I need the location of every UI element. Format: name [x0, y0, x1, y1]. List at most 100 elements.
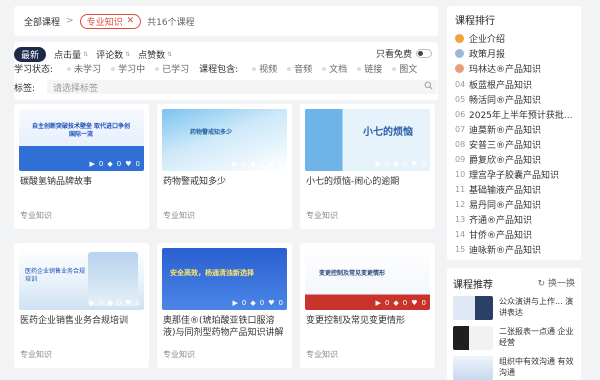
ranking-item[interactable]: 05 畅活同®产品知识 — [455, 93, 577, 106]
thumbnail-caption: 自主创新突破技术壁垒 取代进口争创国际一流 — [31, 123, 131, 138]
ranking-item[interactable]: 11 基础输液产品知识 — [455, 183, 577, 196]
free-only-toggle[interactable] — [416, 49, 432, 58]
course-title[interactable]: 奥那佳®(琥珀酸亚铁口服溶液)与同剂型药物产品知识讲解 — [163, 315, 287, 339]
recommend-item[interactable]: 公众演讲与上作... 演讲表达 — [453, 296, 577, 322]
content-option-doc[interactable]: 文档 — [322, 62, 347, 75]
course-count: 共16个课程 — [147, 17, 195, 28]
course-thumbnail: 自主创新突破技术壁垒 取代进口争创国际一流 ▶ 0 ◆ 0 ♥ 0 — [19, 109, 144, 171]
search-icon[interactable] — [424, 81, 433, 90]
view-icon: ▶ — [232, 299, 238, 307]
sort-likes[interactable]: 点赞数 ⇅ — [138, 48, 172, 61]
ranking-item[interactable]: 企业介绍 — [455, 32, 577, 45]
recommend-text: 组织中有效沟通 有效沟通 — [499, 357, 574, 377]
content-option-richtext[interactable]: 图文 — [392, 62, 417, 75]
swap-button[interactable]: ↻ 换一换 — [538, 276, 575, 289]
comment-icon: ◆ — [393, 299, 399, 307]
course-stats: ▶ 0 ◆ 0 ♥ 0 — [90, 299, 140, 307]
state-option-label: 已学习 — [162, 65, 190, 75]
course-card[interactable]: 自主创新突破技术壁垒 取代进口争创国际一流 ▶ 0 ◆ 0 ♥ 0 碳酸氢钠品牌故事 专业… — [14, 104, 149, 229]
recommend-thumbnail — [453, 326, 493, 350]
ranking-number: 09 — [455, 155, 466, 164]
stat-likes: 0 — [135, 299, 140, 307]
thumbnail-caption: 小七的烦恼 — [363, 127, 413, 138]
ranking-item[interactable]: 15 迪咏新®产品知识 — [455, 243, 577, 256]
ranking-item[interactable]: 09 爵复欣®产品知识 — [455, 153, 577, 166]
recommend-item[interactable]: 二张报表一点通 企业经营 — [453, 326, 577, 352]
course-card[interactable]: 药物警戒知多少 ▶ 0 ◆ 0 ♥ 0 药物警戒知多少 专业知识 — [157, 104, 292, 229]
stat-comments: 0 — [402, 160, 408, 168]
course-card[interactable]: 医药企业销售业务合规培训 ▶ 0 ◆ 0 ♥ 0 医药企业销售业务合规培训 专业知识 — [14, 243, 149, 368]
course-title[interactable]: 碳酸氢钠品牌故事 — [20, 176, 144, 188]
course-title[interactable]: 药物警戒知多少 — [163, 176, 287, 188]
free-only-label: 只看免费 — [375, 50, 412, 60]
ranking-item[interactable]: 04 板蓝根产品知识 — [455, 78, 577, 91]
sort-latest[interactable]: 最新 — [14, 47, 47, 62]
comment-icon: ◆ — [107, 299, 113, 307]
stat-comments: 0 — [116, 160, 122, 168]
stat-likes: 0 — [278, 299, 283, 307]
course-tag: 专业知识 — [20, 350, 52, 359]
ranking-label: 齐通®产品知识 — [469, 216, 533, 226]
comment-icon: ◆ — [107, 160, 113, 168]
free-only-filter: 只看免费 — [376, 47, 432, 60]
ranking-label: 板蓝根产品知识 — [469, 81, 533, 91]
sort-clicks[interactable]: 点击量 ⇅ — [54, 48, 88, 61]
sort-comments-label: 评论数 — [96, 51, 124, 61]
content-option-label: 视频 — [259, 65, 278, 75]
radio-dot-icon — [287, 66, 292, 71]
stat-views: 0 — [98, 299, 104, 307]
course-card[interactable]: 变更控制及常见变更情形 ▶ 0 ◆ 0 ♥ 0 变更控制及常见变更情形 专业知识 — [300, 243, 435, 368]
content-option-label: 音频 — [294, 65, 313, 75]
content-option-audio[interactable]: 音频 — [287, 62, 312, 75]
state-filter-row: 学习状态: 未学习 学习中 已学习 课程包含: 视频 音频 文档 链接 图文 — [14, 62, 417, 75]
state-option-learning[interactable]: 学习中 — [111, 62, 145, 75]
ranking-label: 迪咏新®产品知识 — [469, 246, 542, 256]
page-scrollbar[interactable] — [594, 0, 600, 380]
course-thumbnail: 药物警戒知多少 ▶ 0 ◆ 0 ♥ 0 — [162, 109, 287, 171]
ranking-item[interactable]: 玛林达®产品知识 — [455, 62, 577, 75]
content-option-label: 图文 — [399, 65, 418, 75]
ranking-item[interactable]: 08 安普三®产品知识 — [455, 138, 577, 151]
like-icon: ♥ — [268, 160, 275, 168]
ranking-item[interactable]: 06 2025年上半年预计获批... — [455, 108, 577, 121]
recommend-item[interactable]: 组织中有效沟通 有效沟通 — [453, 356, 577, 380]
course-card[interactable]: 安全高效，杨通清浊新选择 ▶ 0 ◆ 0 ♥ 0 奥那佳®(琥珀酸亚铁口服溶液)与同剂型药… — [157, 243, 292, 368]
ranking-item[interactable]: 13 齐通®产品知识 — [455, 213, 577, 226]
sort-comments[interactable]: 评论数 ⇅ — [96, 48, 130, 61]
stat-likes: 0 — [135, 160, 140, 168]
active-tag-chip[interactable]: 专业知识 ✕ — [79, 13, 142, 29]
sort-row: 最新 点击量 ⇅ 评论数 ⇅ 点赞数 ⇅ — [14, 47, 172, 62]
view-icon: ▶ — [89, 160, 95, 168]
like-icon: ♥ — [125, 299, 132, 307]
course-title[interactable]: 医药企业销售业务合规培训 — [20, 315, 144, 327]
ranking-number: 15 — [455, 245, 466, 254]
course-title[interactable]: 小七的烦恼-闹心的逾期 — [306, 176, 430, 188]
radio-dot-icon — [392, 66, 397, 71]
tag-select-input[interactable]: 请选择标签 — [47, 80, 438, 94]
comment-icon: ◆ — [393, 160, 399, 168]
sort-clicks-label: 点击量 — [54, 51, 82, 61]
ranking-item[interactable]: 07 迪莫新®产品知识 — [455, 123, 577, 136]
close-icon[interactable]: ✕ — [127, 16, 135, 26]
course-thumbnail: 变更控制及常见变更情形 ▶ 0 ◆ 0 ♥ 0 — [305, 248, 430, 310]
ranking-item[interactable]: 政策月报 — [455, 47, 577, 60]
course-title[interactable]: 变更控制及常见变更情形 — [306, 315, 430, 327]
medal-gold-icon — [455, 34, 464, 43]
state-option-unlearned[interactable]: 未学习 — [67, 62, 101, 75]
comment-icon: ◆ — [250, 299, 256, 307]
content-option-video[interactable]: 视频 — [252, 62, 277, 75]
ranking-item[interactable]: 10 理宫孕子胶囊产品知识 — [455, 168, 577, 181]
state-option-learned[interactable]: 已学习 — [155, 62, 189, 75]
ranking-item[interactable]: 12 易丹同®产品知识 — [455, 198, 577, 211]
content-option-link[interactable]: 链接 — [357, 62, 382, 75]
course-stats: ▶ 0 ◆ 0 ♥ 0 — [233, 299, 283, 307]
breadcrumb-all-courses[interactable]: 全部课程 — [24, 15, 60, 28]
stat-comments: 0 — [259, 299, 265, 307]
ranking-number: 11 — [455, 185, 466, 194]
ranking-label: 易丹同®产品知识 — [469, 201, 542, 211]
sort-arrow-icon: ⇅ — [167, 51, 173, 58]
stat-views: 0 — [241, 160, 247, 168]
like-icon: ♥ — [125, 160, 132, 168]
course-card[interactable]: 小七的烦恼 ▶ 0 ◆ 0 ♥ 0 小七的烦恼-闹心的逾期 专业知识 — [300, 104, 435, 229]
ranking-item[interactable]: 14 甘侨®产品知识 — [455, 228, 577, 241]
